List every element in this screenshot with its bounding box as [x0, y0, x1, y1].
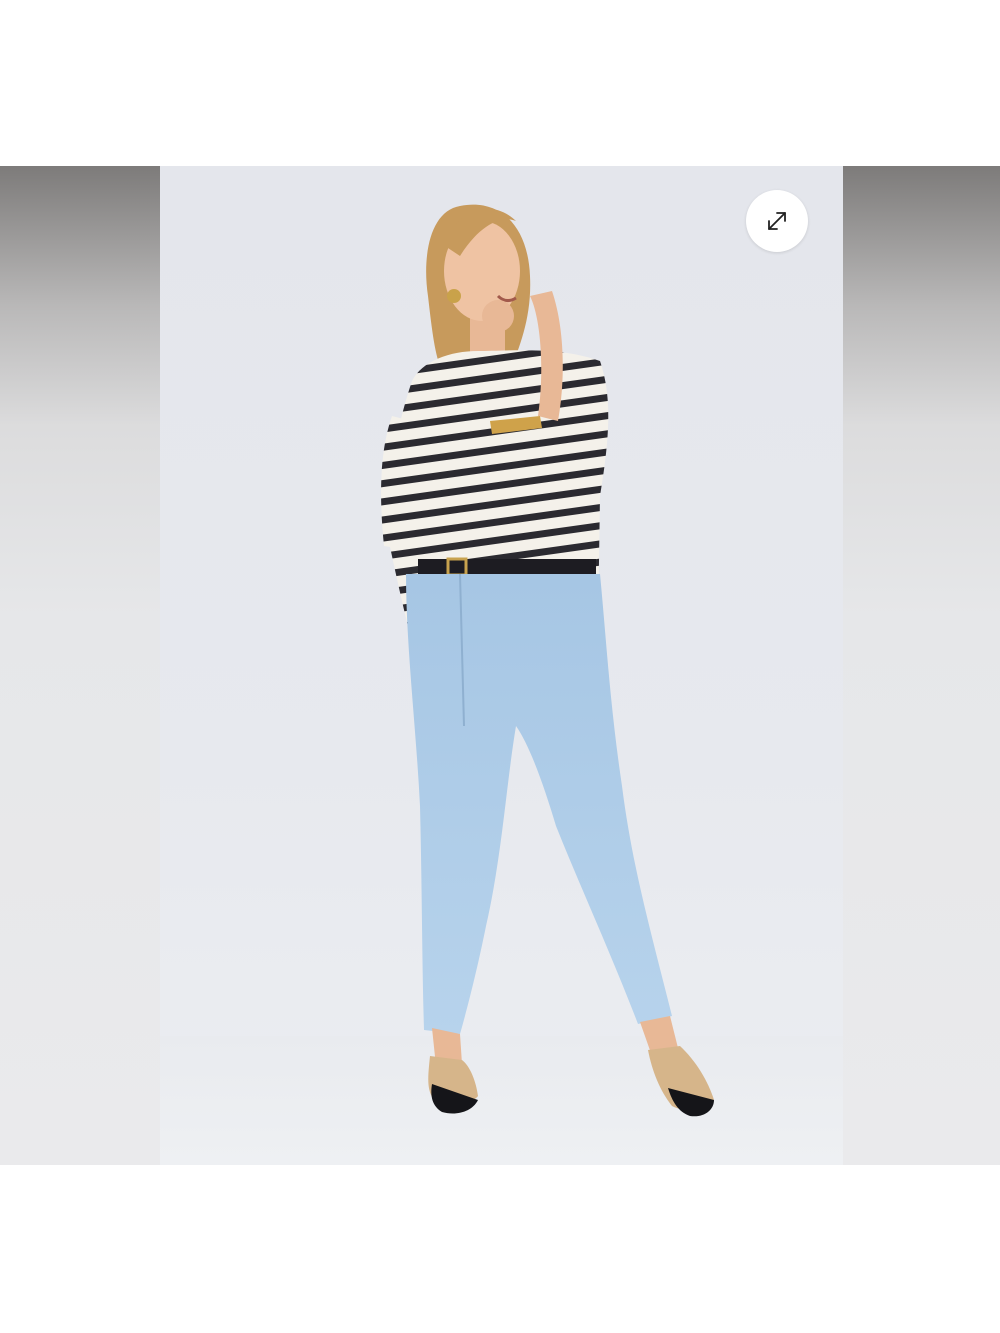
page: [0, 0, 1000, 1333]
jeans: [406, 574, 672, 1034]
earring: [447, 289, 461, 303]
expand-arrows-icon: [768, 212, 786, 230]
expand-image-button[interactable]: [746, 190, 808, 252]
model-figure: [160, 204, 843, 1165]
image-viewer: [0, 166, 1000, 1165]
hand: [482, 300, 514, 332]
right-blurred-panel: [843, 166, 1000, 1165]
left-blurred-panel: [0, 166, 160, 1165]
belt: [418, 559, 596, 575]
floor: [160, 1036, 843, 1165]
product-photo[interactable]: [160, 166, 843, 1165]
